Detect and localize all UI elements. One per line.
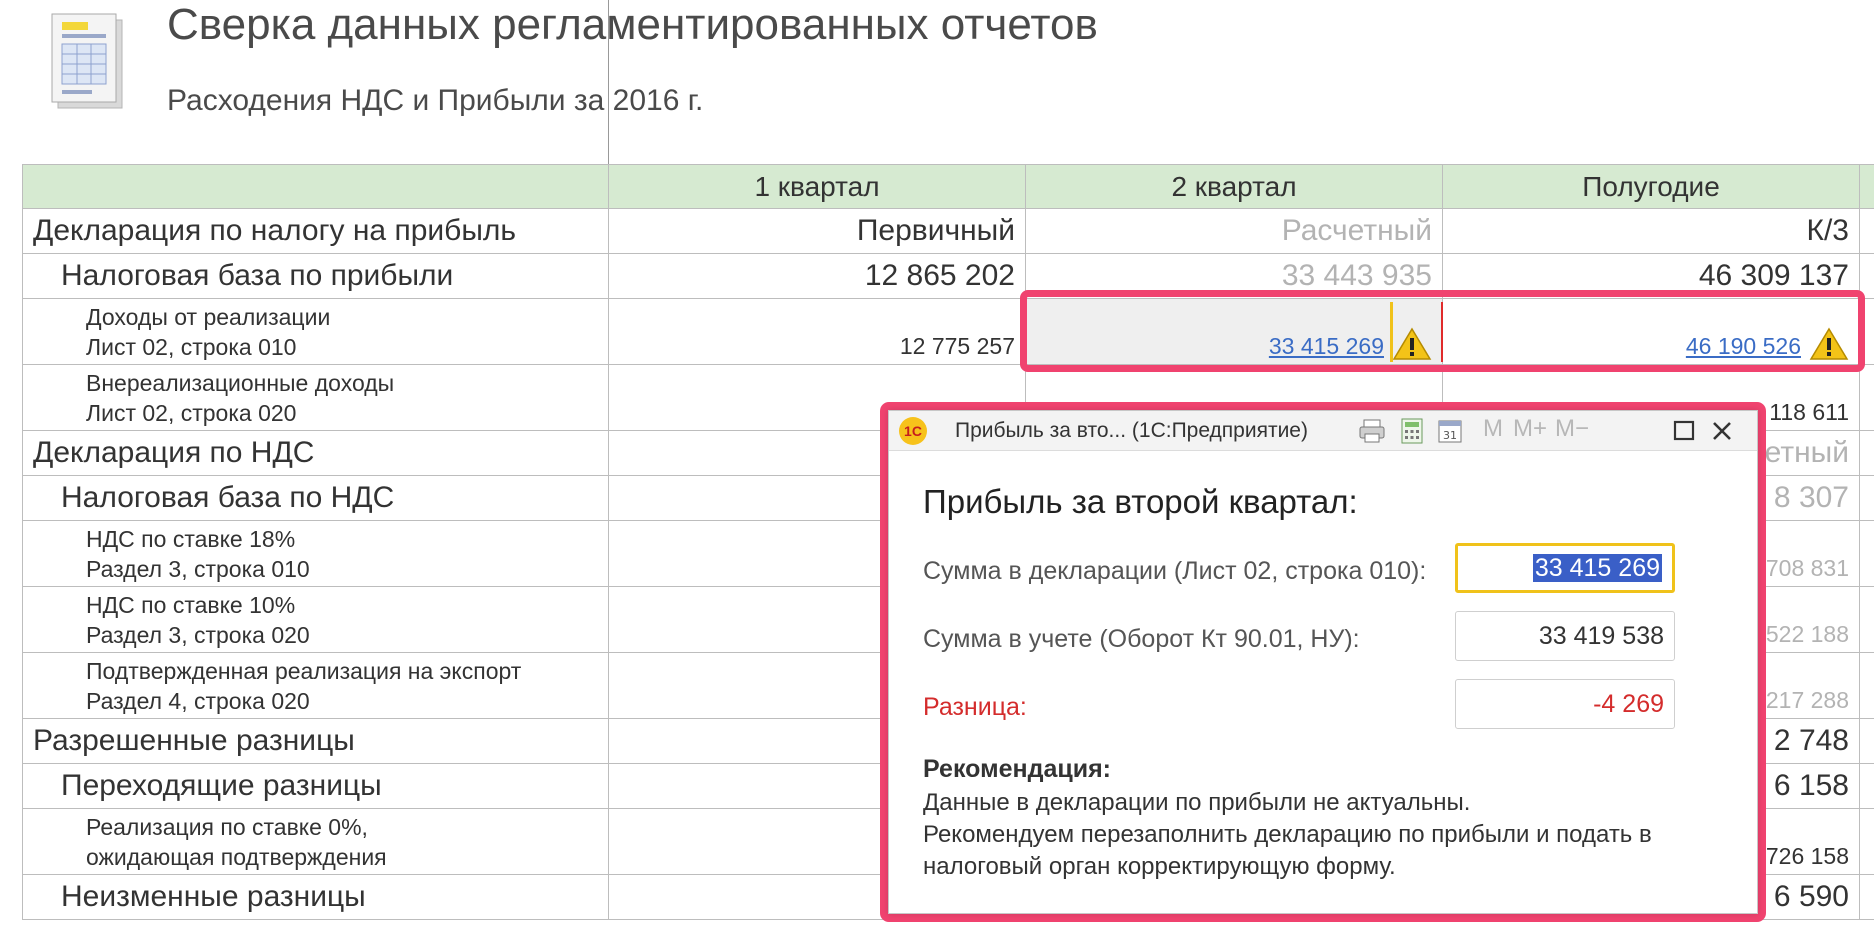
row-label: НДС по ставке 10% Раздел 3, строка 020: [22, 586, 609, 653]
maximize-icon[interactable]: [1669, 417, 1699, 445]
report-document-icon: [51, 13, 123, 109]
cell-q1[interactable]: 12 775 257: [608, 298, 1026, 365]
table-header-row: 1 квартал 2 квартал Полугодие: [22, 164, 1874, 209]
recommendation-title: Рекомендация:: [923, 755, 1112, 783]
row-label: Реализация по ставке 0%, ожидающая подтве…: [22, 808, 609, 875]
column-header-q1[interactable]: 1 квартал: [608, 164, 1026, 209]
column-header-q2[interactable]: 2 квартал: [1025, 164, 1443, 209]
column-header-empty: [22, 164, 609, 209]
cell-q1[interactable]: 12 865 202: [608, 253, 1026, 299]
row-label: Декларация по НДС: [22, 430, 609, 476]
row-label: Разрешенные разницы: [22, 718, 609, 764]
page-title: Сверка данных регламентированных отчетов: [167, 0, 1098, 49]
difference-label: Разница:: [923, 693, 1027, 721]
cell-half[interactable]: К/3: [1442, 208, 1860, 254]
print-icon[interactable]: [1357, 417, 1387, 445]
table-row[interactable]: Декларация по налогу на прибыль Первичны…: [22, 208, 1874, 254]
memory-m-button[interactable]: M: [1483, 415, 1503, 443]
row-label: Внереализационные доходы Лист 02, строка …: [22, 364, 609, 431]
accounting-sum-label: Сумма в учете (Оборот Кт 90.01, НУ):: [923, 625, 1360, 653]
cell-error-marker: [1441, 302, 1443, 362]
row-label: НДС по ставке 18% Раздел 3, строка 010: [22, 520, 609, 587]
app-logo-icon: 1С: [899, 417, 927, 445]
column-resize-guide: [608, 0, 609, 164]
window-titlebar[interactable]: 1С Прибыль за вто... (1С:Предприятие) 31…: [889, 411, 1757, 451]
calculator-icon[interactable]: [1397, 417, 1427, 445]
row-label: Доходы от реализации Лист 02, строка 010: [22, 298, 609, 365]
cell-q2[interactable]: Расчетный: [1025, 208, 1443, 254]
recommendation-text: Данные в декларации по прибыли не актуал…: [923, 789, 1652, 880]
declaration-sum-label: Сумма в декларации (Лист 02, строка 010)…: [923, 557, 1427, 585]
cell-selection-marker: [1390, 302, 1393, 362]
declaration-sum-field[interactable]: 33 415 269: [1455, 543, 1675, 593]
cell-q1[interactable]: Первичный: [608, 208, 1026, 254]
row-label: Подтвержденная реализация на экспорт Разд…: [22, 652, 609, 719]
row-label: Налоговая база по НДС: [22, 475, 609, 521]
svg-text:31: 31: [1443, 429, 1457, 442]
memory-minus-button[interactable]: M−: [1555, 415, 1589, 443]
page-subtitle: Расходения НДС и Прибыли за 2016 г.: [167, 84, 704, 117]
row-label: Переходящие разницы: [22, 763, 609, 809]
row-label: Налоговая база по прибыли: [22, 253, 609, 299]
modal-heading: Прибыль за второй квартал:: [923, 483, 1358, 520]
profit-details-window: 1С Прибыль за вто... (1С:Предприятие) 31…: [888, 410, 1758, 914]
memory-plus-button[interactable]: M+: [1513, 415, 1547, 443]
column-header-half[interactable]: Полугодие: [1442, 164, 1860, 209]
calendar-icon[interactable]: 31: [1435, 417, 1465, 445]
accounting-sum-field[interactable]: 33 419 538: [1455, 611, 1675, 661]
row-label: Неизменные разницы: [22, 874, 609, 920]
close-icon[interactable]: [1707, 417, 1737, 445]
row-label: Декларация по налогу на прибыль: [22, 208, 609, 254]
difference-field[interactable]: -4 269: [1455, 679, 1675, 729]
window-title: Прибыль за вто... (1С:Предприятие): [955, 419, 1308, 442]
